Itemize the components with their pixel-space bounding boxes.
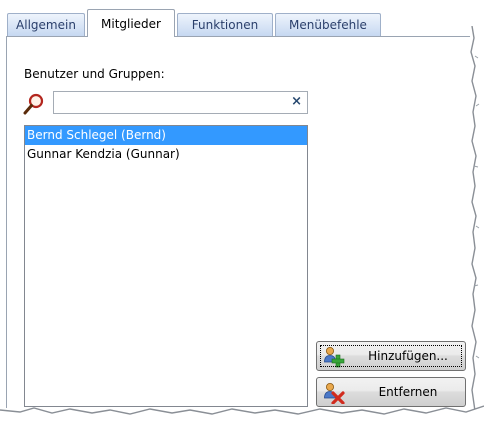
search-input[interactable]: × <box>53 91 308 114</box>
members-list[interactable]: Bernd Schlegel (Bernd) Gunnar Kendzia (G… <box>24 125 308 407</box>
user-add-icon <box>323 346 345 368</box>
torn-edge-bottom <box>0 404 484 434</box>
remove-member-label: Entfernen <box>378 385 438 399</box>
tab-funktionen[interactable]: Funktionen <box>177 13 273 36</box>
tab-mitglieder[interactable]: Mitglieder <box>87 9 175 37</box>
add-member-label: Hinzufügen... <box>368 349 448 363</box>
members-label: Benutzer und Gruppen: <box>24 67 165 81</box>
torn-edge-right <box>470 26 484 411</box>
add-member-button[interactable]: Hinzufügen... <box>316 341 466 371</box>
list-item[interactable]: Bernd Schlegel (Bernd) <box>25 126 307 145</box>
tab-menuebefehle[interactable]: Menübefehle <box>275 13 381 36</box>
remove-member-button[interactable]: Entfernen <box>316 377 466 407</box>
list-item[interactable]: Gunnar Kendzia (Gunnar) <box>25 145 307 164</box>
tab-allgemein[interactable]: Allgemein <box>7 13 85 36</box>
user-remove-icon <box>323 382 345 405</box>
magnifier-icon <box>22 92 46 116</box>
clear-search-icon[interactable]: × <box>291 95 302 109</box>
